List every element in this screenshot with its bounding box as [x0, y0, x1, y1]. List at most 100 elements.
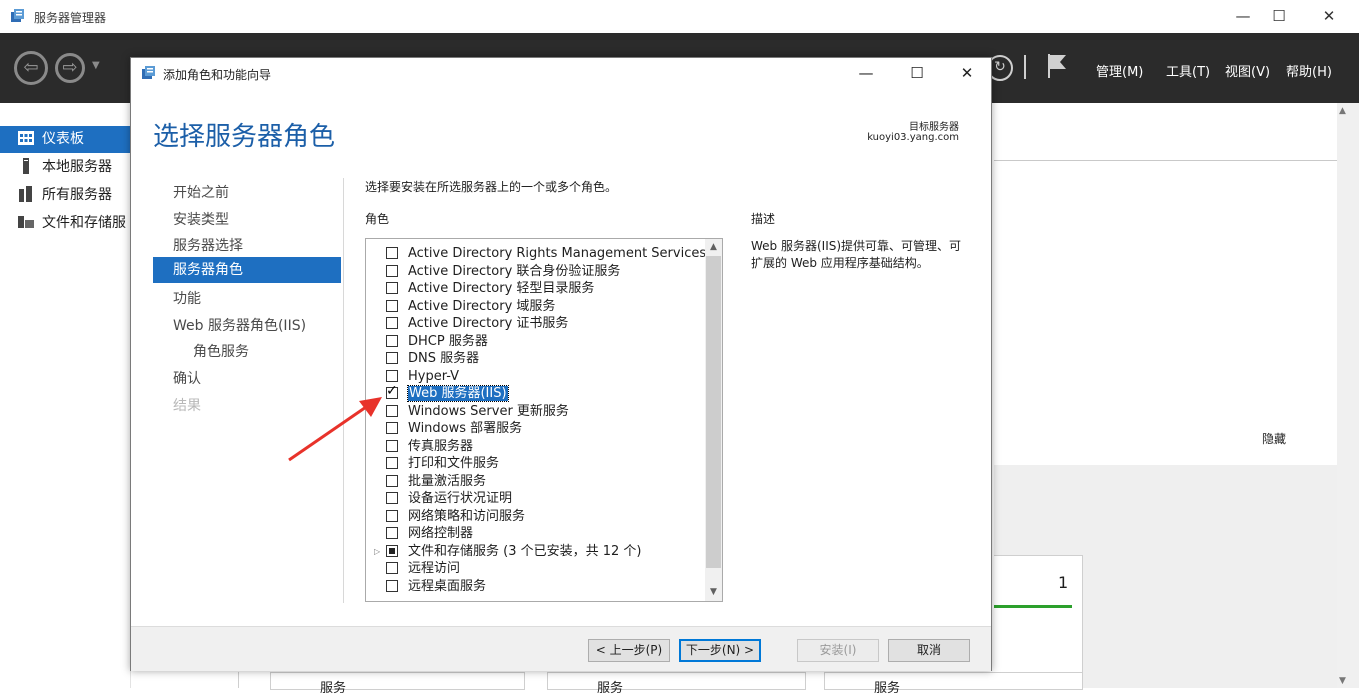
role-item[interactable]: Active Directory 轻型目录服务 — [386, 280, 594, 297]
close-button[interactable]: ✕ — [1306, 0, 1352, 33]
role-item[interactable]: Windows Server 更新服务 — [386, 403, 569, 420]
scroll-down-arrow-icon[interactable]: ▼ — [1339, 676, 1346, 686]
history-dropdown-icon[interactable]: ▼ — [92, 60, 100, 71]
role-checkbox[interactable] — [386, 439, 398, 452]
role-item[interactable]: 打印和文件服务 — [386, 455, 499, 472]
target-server-value: kuoyi03.yang.com — [867, 132, 959, 143]
role-checkbox[interactable] — [386, 474, 398, 487]
main-scrollbar[interactable] — [1337, 103, 1359, 688]
role-item[interactable]: Active Directory Rights Management Servi… — [386, 245, 706, 262]
hide-link[interactable]: 隐藏 — [1262, 430, 1286, 447]
role-item[interactable]: Windows 部署服务 — [386, 420, 522, 437]
step-confirmation[interactable]: 确认 — [173, 368, 201, 388]
step-server-roles[interactable]: 服务器角色 — [153, 257, 341, 283]
dialog-maximize-button[interactable]: ☐ — [893, 58, 941, 88]
role-item[interactable]: Active Directory 证书服务 — [386, 315, 568, 332]
role-item[interactable]: 批量激活服务 — [386, 473, 486, 490]
role-label: 网络控制器 — [408, 526, 474, 541]
role-checkbox[interactable] — [386, 334, 398, 347]
cancel-button[interactable]: 取消 — [888, 639, 970, 662]
role-item[interactable]: Active Directory 联合身份验证服务 — [386, 263, 620, 280]
role-checkbox[interactable] — [386, 299, 398, 312]
scroll-down-arrow-icon[interactable]: ▼ — [705, 584, 722, 601]
menu-help[interactable]: 帮助(H) — [1286, 61, 1332, 80]
role-item[interactable]: 网络控制器 — [386, 525, 473, 542]
role-checkbox[interactable] — [386, 404, 398, 417]
role-item[interactable]: 网络策略和访问服务 — [386, 508, 525, 525]
dialog-minimize-button[interactable]: — — [842, 58, 890, 88]
menu-view[interactable]: 视图(V) — [1225, 61, 1270, 80]
step-web-server-role[interactable]: Web 服务器角色(IIS) — [173, 315, 306, 335]
role-checkbox[interactable] — [386, 422, 398, 434]
role-label: Active Directory 轻型目录服务 — [408, 281, 595, 296]
all-servers-icon — [19, 186, 32, 202]
role-checkbox[interactable] — [386, 317, 398, 329]
role-checkbox[interactable] — [386, 527, 398, 539]
role-item[interactable]: 远程桌面服务 — [386, 578, 486, 595]
description-heading: 描述 — [751, 212, 776, 226]
notifications-flag-icon[interactable] — [1045, 52, 1071, 80]
nav-item-all-servers[interactable]: 所有服务器 — [0, 182, 130, 209]
toolbar-separator — [1024, 55, 1026, 79]
role-checkbox[interactable] — [386, 282, 398, 294]
step-installation-type[interactable]: 安装类型 — [173, 209, 229, 229]
role-checkbox[interactable] — [386, 247, 398, 259]
tile-count: 1 — [1058, 573, 1069, 592]
file-storage-icon — [18, 216, 34, 228]
bg-tile-edge — [238, 672, 259, 688]
scroll-thumb[interactable] — [706, 256, 721, 568]
menu-manage[interactable]: 管理(M) — [1096, 61, 1143, 80]
back-icon[interactable]: ⇦ — [14, 51, 48, 85]
role-checkbox[interactable] — [386, 579, 398, 592]
role-checkbox[interactable] — [386, 352, 398, 364]
roles-list-scrollbar[interactable]: ▲ ▼ — [705, 239, 722, 601]
forward-icon[interactable]: ⇨ — [55, 53, 85, 83]
role-item[interactable]: DNS 服务器 — [386, 350, 479, 367]
role-checkbox[interactable] — [386, 457, 398, 469]
role-item[interactable]: 设备运行状况证明 — [386, 490, 512, 507]
role-item[interactable]: ▷ 文件和存储服务 (3 个已安装，共 12 个) — [374, 543, 642, 560]
nav-item-dashboard[interactable]: 仪表板 — [0, 126, 130, 153]
step-before-you-begin[interactable]: 开始之前 — [173, 182, 229, 202]
main-window-title: 服务器管理器 — [34, 11, 107, 25]
annotation-arrow-icon — [288, 397, 382, 462]
roles-list[interactable]: Active Directory Rights Management Servi… — [365, 238, 723, 602]
tile-status-bar — [994, 605, 1072, 608]
description-text: Web 服务器(IIS)提供可靠、可管理、可扩展的 Web 应用程序基础结构。 — [751, 239, 962, 270]
role-item[interactable]: Active Directory 域服务 — [386, 298, 555, 315]
role-item[interactable]: Hyper-V — [386, 368, 459, 385]
previous-button[interactable]: < 上一步(P) — [588, 639, 670, 662]
scroll-up-arrow-icon[interactable]: ▲ — [1339, 106, 1346, 116]
role-label: 设备运行状况证明 — [408, 491, 513, 506]
nav-item-local-server[interactable]: 本地服务器 — [0, 154, 130, 181]
dialog-close-button[interactable]: ✕ — [943, 58, 991, 88]
role-label: 打印和文件服务 — [408, 456, 500, 471]
nav-item-label: 仪表板 — [42, 131, 84, 147]
role-item[interactable]: 传真服务器 — [386, 438, 473, 455]
step-server-selection[interactable]: 服务器选择 — [173, 235, 243, 255]
roles-heading: 角色 — [365, 212, 390, 226]
expand-arrow-icon[interactable]: ▷ — [374, 543, 380, 560]
bg-tile — [824, 672, 1083, 690]
step-role-services[interactable]: 角色服务 — [193, 341, 249, 361]
role-checkbox[interactable] — [386, 562, 398, 574]
step-features[interactable]: 功能 — [173, 288, 201, 308]
role-checkbox[interactable] — [386, 509, 398, 522]
scroll-up-arrow-icon[interactable]: ▲ — [705, 239, 722, 256]
role-label: 远程访问 — [408, 561, 461, 576]
nav-item-file-storage[interactable]: 文件和存储服 — [0, 210, 130, 237]
bg-tile-services: 服务 — [320, 681, 347, 696]
target-server-label: 目标服务器 — [909, 122, 959, 133]
role-item[interactable]: DHCP 服务器 — [386, 333, 488, 350]
role-item[interactable]: Web 服务器(IIS) — [386, 383, 509, 402]
dashboard-icon — [18, 131, 34, 145]
maximize-button[interactable]: ☐ — [1256, 0, 1302, 33]
role-checkbox[interactable] — [386, 383, 398, 400]
role-checkbox[interactable] — [386, 369, 398, 382]
role-checkbox[interactable] — [386, 544, 398, 557]
menu-tools[interactable]: 工具(T) — [1166, 61, 1210, 80]
role-checkbox[interactable] — [386, 264, 398, 277]
next-button[interactable]: 下一步(N) > — [679, 639, 761, 662]
role-item[interactable]: 远程访问 — [386, 560, 460, 577]
role-checkbox[interactable] — [386, 492, 398, 504]
